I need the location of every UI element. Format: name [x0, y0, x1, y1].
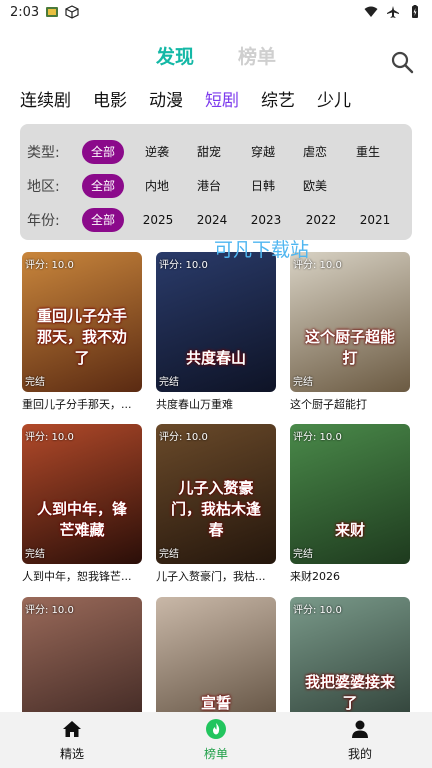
poster-title-art: 共度春山 [185, 349, 246, 367]
drama-poster: 评分: 10.0 儿子入赘豪门，我枯木逢春 完结 [156, 424, 276, 564]
category-short-drama[interactable]: 短剧 [205, 86, 239, 111]
search-icon [391, 51, 414, 74]
filter-region-option[interactable]: 内地 [140, 174, 174, 198]
filter-year-option[interactable]: 2025 [140, 208, 176, 232]
category-row: 连续剧 电影 动漫 短剧 综艺 少儿 [20, 86, 373, 111]
filter-region-option[interactable]: 日韩 [246, 174, 280, 198]
filter-type-option[interactable]: 虐恋 [298, 140, 332, 164]
nav-home-label: 精选 [59, 746, 84, 761]
score-label: 评分: 10.0 [25, 432, 74, 443]
filter-type-option[interactable]: 穿越 [246, 140, 280, 164]
tab-ranking[interactable]: 榜单 [238, 42, 276, 69]
top-tabs: 发现 榜单 [0, 42, 432, 72]
category-series[interactable]: 连续剧 [20, 86, 71, 111]
app-notification-icon [45, 5, 59, 19]
filter-region-option[interactable]: 欧美 [298, 174, 332, 198]
bottom-nav: 精选 榜单 我的 [0, 712, 432, 768]
filter-year-all[interactable]: 全部 [82, 208, 124, 232]
search-button[interactable] [390, 50, 414, 74]
poster-title-art: 重回儿子分手那天，我不劝了 [36, 307, 127, 367]
filter-label-region: 地区: [27, 179, 60, 195]
status-time: 2:03 [10, 4, 40, 20]
status-tag: 完结 [159, 549, 179, 560]
filter-label-type: 类型: [27, 145, 60, 161]
drama-card[interactable]: 评分: 10.0 人到中年，锋芒难藏 完结 人到中年，恕我锋芒... [22, 424, 142, 584]
category-variety[interactable]: 综艺 [261, 86, 295, 111]
nav-mine-label: 我的 [347, 746, 372, 761]
user-icon [352, 720, 368, 738]
card-title: 这个厨子超能打 [290, 398, 367, 411]
score-label: 评分: 10.0 [159, 432, 208, 443]
filter-type-option[interactable]: 重生 [351, 140, 385, 164]
nav-home[interactable]: 精选 [0, 712, 144, 768]
drama-card[interactable]: 评分: 10.0 来财 完结 来财2026 [290, 424, 410, 584]
home-icon [63, 720, 81, 737]
filter-year-option[interactable]: 2023 [248, 208, 284, 232]
poster-title-art: 儿子入赘豪门，我枯木逢春 [170, 479, 261, 539]
drama-poster: 评分: 10.0 这个厨子超能打 完结 [290, 252, 410, 392]
poster-title-art: 我把婆婆接来了 [304, 673, 395, 712]
filter-type-all[interactable]: 全部 [82, 140, 124, 164]
drama-poster: 评分: 10.0 共度春山 完结 [156, 252, 276, 392]
score-label: 评分: 10.0 [159, 260, 208, 271]
filter-type-option[interactable]: 甜宠 [192, 140, 226, 164]
filter-type-option[interactable]: 逆袭 [140, 140, 174, 164]
battery-icon [408, 5, 422, 19]
wifi-icon [364, 5, 378, 19]
card-title: 来财2026 [290, 570, 340, 583]
filter-year-option[interactable]: 2022 [303, 208, 339, 232]
nav-ranking[interactable]: 榜单 [144, 712, 288, 768]
status-tag: 完结 [159, 377, 179, 388]
card-title: 重回儿子分手那天，... [22, 398, 132, 411]
drama-card[interactable]: 评分: 10.0 这个厨子超能打 完结 这个厨子超能打 [290, 252, 410, 412]
filter-label-year: 年份: [27, 213, 60, 229]
filter-year-option[interactable]: 2021 [357, 208, 393, 232]
drama-card[interactable]: 评分: 10.0 儿子入赘豪门，我枯木逢春 完结 儿子入赘豪门，我枯... [156, 424, 276, 584]
filter-row-type: 类型: 全部 逆袭 甜宠 穿越 虐恋 重生 [20, 138, 412, 166]
watermark-text: 可凡下载站 [214, 239, 310, 261]
card-title: 儿子入赘豪门，我枯... [156, 570, 266, 583]
poster-title-art: 这个厨子超能打 [304, 328, 395, 367]
poster-title-art: 人到中年，锋芒难藏 [36, 500, 127, 539]
filter-region-option[interactable]: 港台 [192, 174, 226, 198]
drama-poster: 评分: 10.0 来财 完结 [290, 424, 410, 564]
nav-ranking-label: 榜单 [203, 746, 228, 761]
status-tag: 完结 [25, 377, 45, 388]
status-tag: 完结 [293, 377, 313, 388]
card-title: 人到中年，恕我锋芒... [22, 570, 132, 583]
flame-icon [206, 718, 226, 739]
status-tag: 完结 [293, 549, 313, 560]
airplane-icon [386, 5, 400, 19]
drama-poster: 评分: 10.0 重回儿子分手那天，我不劝了 完结 [22, 252, 142, 392]
status-bar: 2:03 [0, 0, 432, 24]
poster-title-art: 来财 [334, 521, 365, 539]
score-label: 评分: 10.0 [25, 605, 74, 616]
nav-mine[interactable]: 我的 [288, 712, 432, 768]
category-movie[interactable]: 电影 [93, 86, 127, 111]
drama-poster: 评分: 10.0 人到中年，锋芒难藏 完结 [22, 424, 142, 564]
status-tag: 完结 [25, 549, 45, 560]
score-label: 评分: 10.0 [293, 432, 342, 443]
tab-discover[interactable]: 发现 [156, 42, 194, 69]
filter-year-option[interactable]: 2024 [194, 208, 230, 232]
card-title: 共度春山万重难 [156, 398, 233, 411]
filter-region-all[interactable]: 全部 [82, 174, 124, 198]
poster-title-art: 宣誓 [200, 694, 231, 712]
drama-card[interactable]: 评分: 10.0 共度春山 完结 共度春山万重难 [156, 252, 276, 412]
filter-row-region: 地区: 全部 内地 港台 日韩 欧美 [20, 172, 412, 200]
drama-card[interactable]: 评分: 10.0 重回儿子分手那天，我不劝了 完结 重回儿子分手那天，... [22, 252, 142, 412]
filter-panel: 类型: 全部 逆袭 甜宠 穿越 虐恋 重生 地区: 全部 内地 港台 日韩 欧美… [20, 124, 412, 240]
filter-row-year: 年份: 全部 2025 2024 2023 2022 2021 [20, 206, 412, 234]
cube-icon [65, 5, 79, 19]
category-anime[interactable]: 动漫 [149, 86, 183, 111]
score-label: 评分: 10.0 [293, 605, 342, 616]
category-kids[interactable]: 少儿 [317, 86, 351, 111]
score-label: 评分: 10.0 [25, 260, 74, 271]
